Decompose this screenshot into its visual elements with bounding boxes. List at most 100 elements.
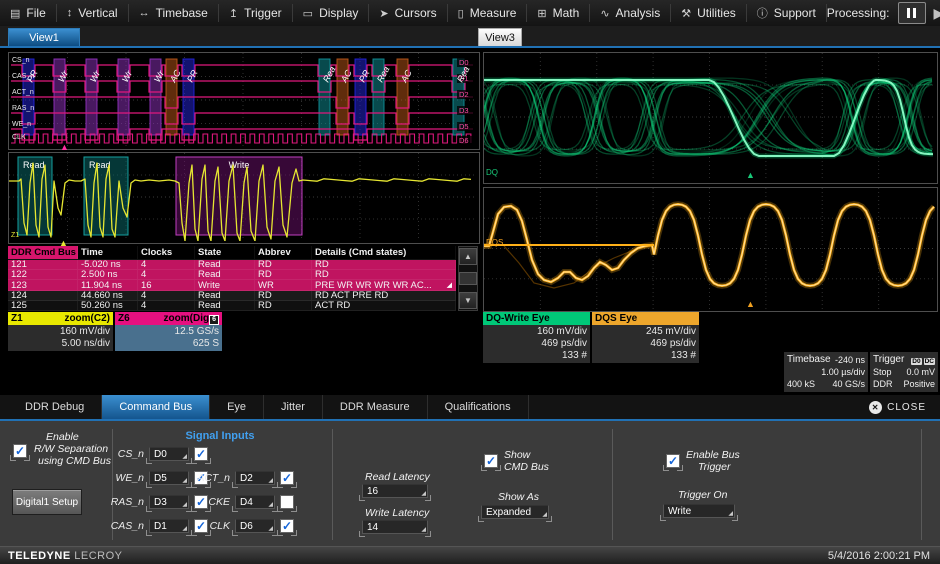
col-header: Abbrev — [255, 246, 312, 259]
we_n-line-dropdown[interactable]: D5◢ — [149, 471, 189, 485]
menu-item-timebase[interactable]: ↔Timebase — [129, 4, 219, 22]
menu-item-analysis[interactable]: ∿Analysis — [590, 4, 671, 22]
table-row-122[interactable]: 1222.500 ns4ReadRDRD — [8, 270, 456, 280]
menu-item-trigger[interactable]: ↥Trigger — [219, 4, 293, 22]
show-as-dropdown[interactable]: Expanded ◢ — [481, 505, 549, 519]
menu-item-display[interactable]: ▭Display — [293, 4, 370, 22]
digital1-setup-button[interactable]: Digital1 Setup — [12, 489, 82, 515]
utilities-icon: ⚒ — [681, 7, 691, 20]
dqs-hdiv: 469 ps/div — [595, 338, 696, 350]
status-bar: TELEDYNE LECROY 5/4/2016 2:00:21 PM — [0, 546, 940, 564]
dqs-eye-descriptor[interactable]: DQS Eye 245 mV/div 469 ps/div 133 # — [592, 312, 699, 363]
dialog-tab-eye[interactable]: Eye — [210, 395, 264, 419]
table-scrollbar[interactable]: ▲ ▼ — [458, 246, 478, 311]
svg-text:D3: D3 — [459, 106, 469, 115]
cs_n-enable-checkbox[interactable]: ✓ — [194, 447, 208, 461]
dropdown-corner-icon: ◢ — [728, 511, 733, 517]
signal-label: CKE — [192, 496, 230, 508]
svg-text:D5: D5 — [459, 122, 469, 131]
dqs-title: DQS Eye — [595, 313, 637, 324]
table-row-123[interactable]: 12311.904 ns16WriteWRPRE WR WR WR WR AC.… — [8, 280, 456, 290]
z1-timebase: 5.00 ns/div — [11, 338, 110, 350]
menu-item-measure[interactable]: ▯Measure — [448, 4, 528, 22]
pause-button[interactable] — [898, 2, 926, 24]
scroll-thumb[interactable] — [459, 272, 477, 285]
rw-separation-checkbox[interactable]: ✓ — [13, 444, 27, 458]
menu-item-file[interactable]: ▤File — [0, 4, 57, 22]
scroll-down-icon[interactable]: ▼ — [459, 292, 477, 309]
menu-item-cursors[interactable]: ➤Cursors — [369, 4, 447, 22]
show-cmd-bus-label-1: Show — [504, 449, 530, 461]
table-row-124[interactable]: 12444.660 ns4ReadRDRD ACT PRE RD — [8, 291, 456, 301]
trigger-on-dropdown[interactable]: Write ◢ — [663, 504, 735, 518]
write-latency-dropdown[interactable]: 14 ◢ — [362, 520, 428, 534]
tab-view3[interactable]: View3 — [478, 28, 522, 46]
scroll-up-icon[interactable]: ▲ — [459, 248, 477, 265]
dq-write-eye-panel[interactable] — [483, 52, 938, 184]
signal-inputs-title: Signal Inputs — [150, 430, 290, 442]
cs_n-line-dropdown[interactable]: D0◢ — [149, 447, 189, 461]
signal-input-cs_n: CS_nD0◢✓ — [104, 447, 208, 461]
play-button[interactable]: ▶ — [934, 6, 940, 20]
timebase-scale: 1.00 µs/div — [821, 366, 865, 378]
vertical-icon: ↕ — [67, 7, 73, 19]
menu-item-label: Utilities — [697, 6, 736, 20]
svg-text:RAS_n: RAS_n — [12, 105, 34, 112]
clk-enable-checkbox[interactable]: ✓ — [280, 519, 294, 533]
table-row-125[interactable]: 12550.260 ns4ReadRDACT RD — [8, 301, 456, 311]
dialog-tab-ddr-debug[interactable]: DDR Debug — [8, 395, 102, 419]
z1-descriptor[interactable]: Z1 zoom(C2) 160 mV/div 5.00 ns/div — [8, 312, 113, 351]
enable-bus-trigger-checkbox[interactable]: ✓ — [666, 454, 680, 468]
digital-bus-panel[interactable]: CS_nCAS_nACT_nRAS_nWE_nCLKD0D1D2D3D5D6PR… — [8, 52, 480, 150]
brand-logo: TELEDYNE LECROY — [0, 550, 123, 562]
timebase-rate: 40 GS/s — [832, 378, 865, 390]
z6-descriptor[interactable]: Z6 zoom(Dig6 12.5 GS/s 625 S — [115, 312, 222, 351]
menu-item-vertical[interactable]: ↕Vertical — [57, 4, 129, 22]
divider — [612, 429, 613, 540]
signal-input-act_n: ACT_n D2◢ ✓ — [192, 471, 294, 485]
divider — [332, 429, 333, 540]
analog-zoom-panel[interactable]: ReadReadWriteZ1 — [8, 152, 480, 244]
tab-view1[interactable]: View1 — [8, 28, 80, 46]
z6-id: Z6 — [118, 313, 130, 324]
clk-line-dropdown[interactable]: D6◢ — [235, 519, 275, 533]
table-row-121[interactable]: 121-5.020 ns4ReadRDRD — [8, 260, 456, 270]
application-window: ▤File↕Vertical↔Timebase↥Trigger▭Display➤… — [0, 0, 940, 564]
trigger-descriptor[interactable]: Trigger D0DC Stop 0.0 mV DDR Positive — [870, 352, 938, 392]
dialog-tab-qualifications[interactable]: Qualifications — [428, 395, 529, 419]
datetime: 5/4/2016 2:00:21 PM — [828, 550, 940, 562]
menu-item-label: Display — [319, 6, 358, 20]
menu-item-math[interactable]: ⊞Math — [527, 4, 590, 22]
dropdown-corner-icon: ◢ — [542, 512, 547, 518]
menu-item-support[interactable]: ⓘSupport — [747, 4, 827, 22]
show-cmd-bus-checkbox[interactable]: ✓ — [484, 454, 498, 468]
dqs-eye-panel[interactable] — [483, 187, 938, 312]
timebase-descriptor[interactable]: Timebase -240 ns 1.00 µs/div 400 kS 40 G… — [784, 352, 868, 392]
dialog-body: ✓ Enable R/W Separation using CMD Bus Di… — [0, 421, 940, 546]
read-latency-dropdown[interactable]: 16 ◢ — [362, 484, 428, 498]
cke-line-dropdown[interactable]: D4◢ — [235, 495, 275, 509]
dq-count: 133 # — [486, 350, 587, 362]
dropdown-corner-icon: ◢ — [182, 478, 187, 484]
ras_n-line-dropdown[interactable]: D3◢ — [149, 495, 189, 509]
cke-enable-checkbox[interactable] — [280, 495, 294, 509]
svg-text:WE_n: WE_n — [12, 121, 31, 128]
cas_n-line-dropdown[interactable]: D1◢ — [149, 519, 189, 533]
close-label: CLOSE — [887, 402, 926, 413]
signal-label: CLK — [192, 520, 230, 532]
signal-label: WE_n — [104, 472, 144, 484]
dialog-tab-command-bus[interactable]: Command Bus — [102, 395, 210, 419]
act_n-enable-checkbox[interactable]: ✓ — [280, 471, 294, 485]
dialog-tab-jitter[interactable]: Jitter — [264, 395, 323, 419]
dialog-tab-ddr-measure[interactable]: DDR Measure — [323, 395, 428, 419]
menu-item-utilities[interactable]: ⚒ Utilities — [671, 4, 747, 22]
ddr-cmd-bus-table[interactable]: DDR Cmd BusTimeClocksStateAbbrevDetails … — [8, 246, 456, 311]
pause-icon — [907, 8, 910, 18]
close-button[interactable]: ✕ CLOSE — [869, 395, 940, 419]
signal-label: ACT_n — [192, 472, 230, 484]
menu-items: ▤File↕Vertical↔Timebase↥Trigger▭Display➤… — [0, 0, 827, 26]
svg-text:D2: D2 — [459, 90, 469, 99]
dq-write-eye-descriptor[interactable]: DQ-Write Eye 160 mV/div 469 ps/div 133 # — [483, 312, 590, 363]
divider — [921, 429, 922, 540]
act_n-line-dropdown[interactable]: D2◢ — [235, 471, 275, 485]
